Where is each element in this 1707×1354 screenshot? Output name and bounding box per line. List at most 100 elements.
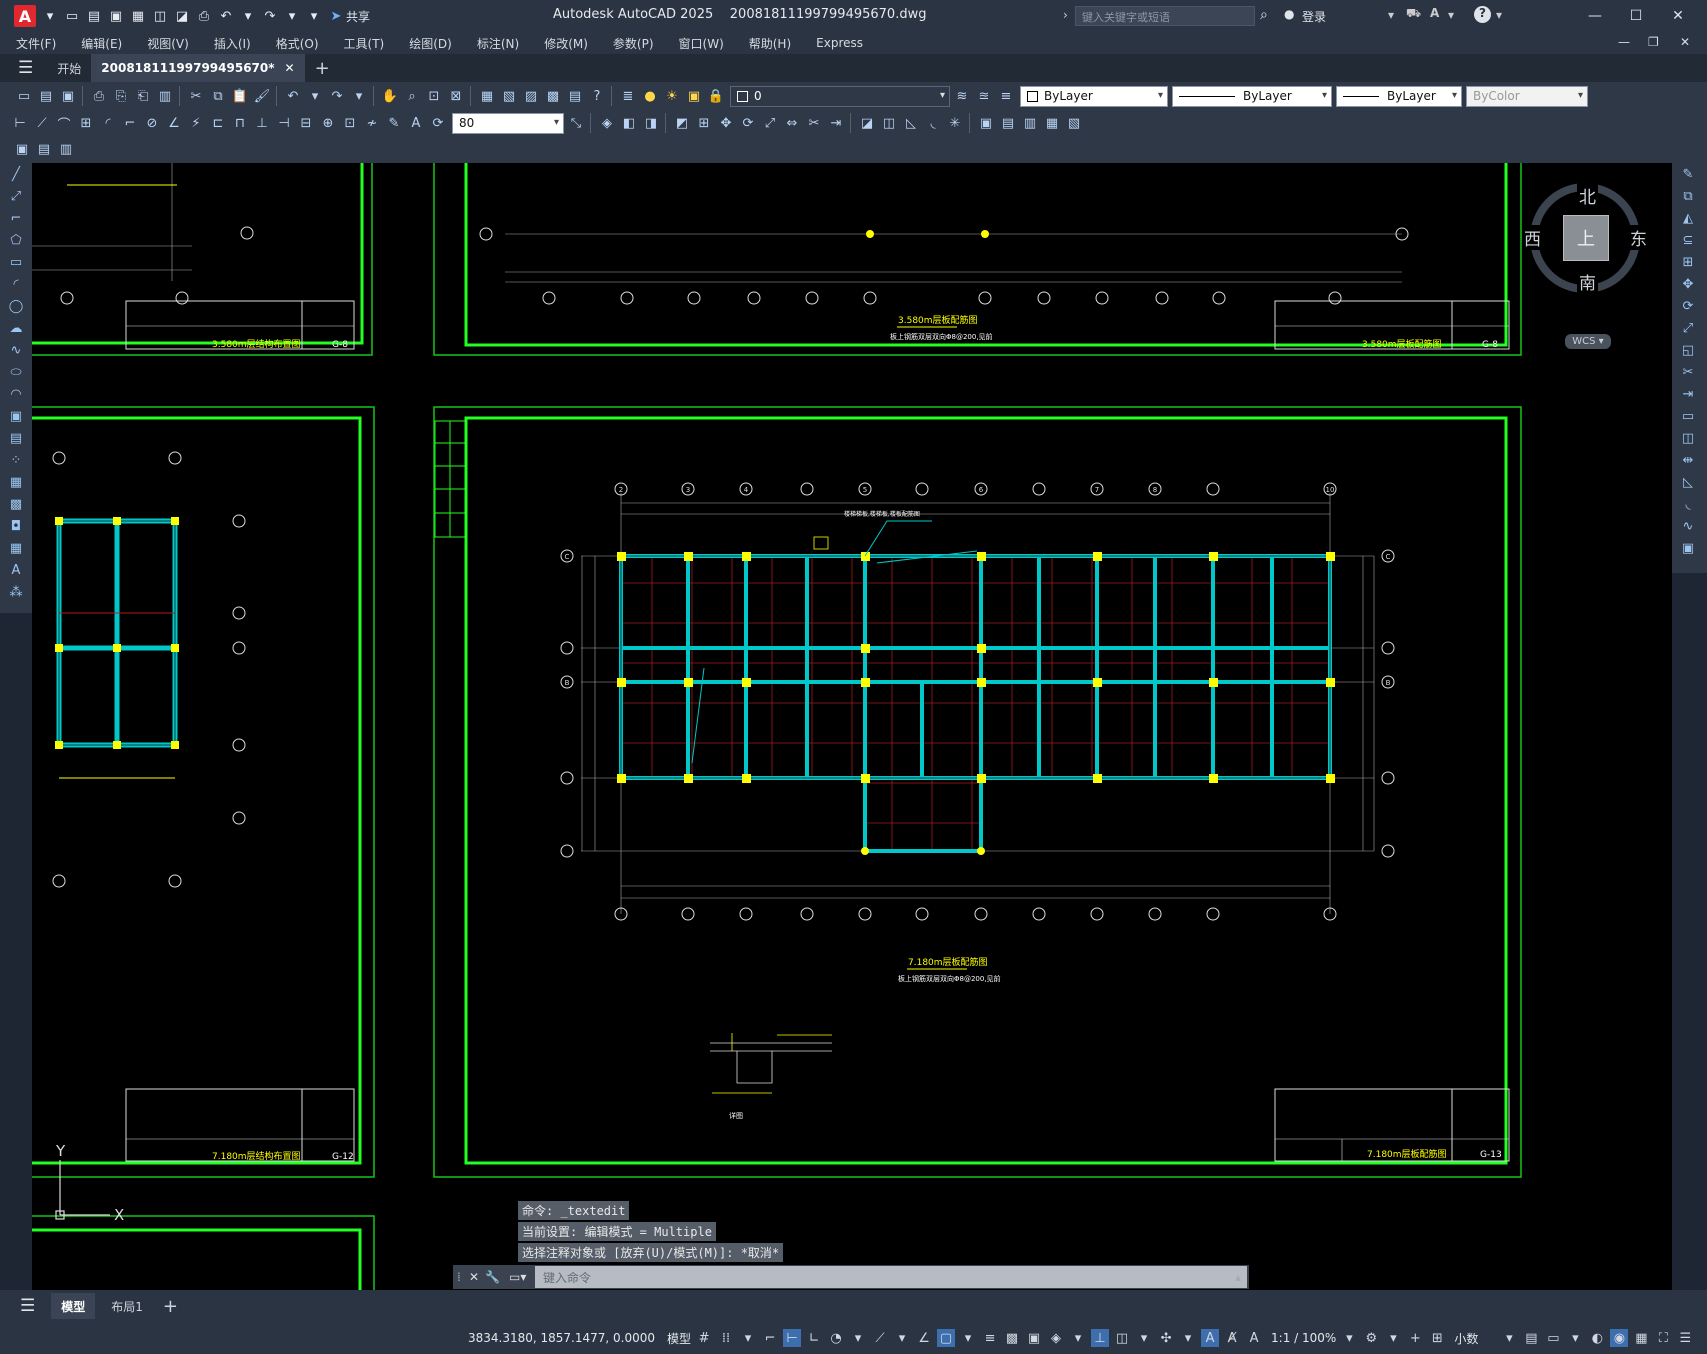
revcloud-icon[interactable]: ☁ [3, 318, 29, 339]
infer-constraints-icon[interactable]: ⌐ [761, 1329, 779, 1347]
erase-r-icon[interactable]: ✎ [1675, 164, 1701, 185]
undo-tb-icon[interactable]: ↶ [283, 86, 303, 106]
lock-ui-icon[interactable]: ▭ [1544, 1329, 1562, 1347]
menu-tools[interactable]: 工具(T) [344, 35, 385, 52]
transparency-icon[interactable]: ▩ [1003, 1329, 1021, 1347]
menu-format[interactable]: 格式(O) [276, 35, 319, 52]
menu-view[interactable]: 视图(V) [147, 35, 189, 52]
arc-icon[interactable]: ◜ [3, 274, 29, 295]
fillet-icon[interactable]: ◟ [923, 113, 943, 133]
hardware-accel-icon[interactable]: ◉ [1610, 1329, 1629, 1347]
spline-icon[interactable]: ∿ [3, 340, 29, 361]
login-dropdown-icon[interactable]: ▾ [1388, 8, 1394, 22]
dim-radius-icon[interactable]: ◜ [98, 113, 118, 133]
markup-icon[interactable]: ▥ [56, 140, 76, 160]
center-mark-icon[interactable]: ⊕ [318, 113, 338, 133]
lock-icon[interactable]: 🔒 [706, 86, 726, 106]
menu-help[interactable]: 帮助(H) [749, 35, 791, 52]
move-r-icon[interactable]: ✥ [1675, 274, 1701, 295]
ellipse-icon[interactable]: ⬭ [3, 362, 29, 383]
mirror-icon[interactable]: ◨ [641, 113, 661, 133]
dim-continue-icon[interactable]: ⊓ [230, 113, 250, 133]
scale-dropdown-icon[interactable]: ▾ [1340, 1329, 1358, 1347]
viewcube-top-face[interactable]: 上 [1563, 215, 1609, 261]
make-block-icon[interactable]: ▤ [998, 113, 1018, 133]
scale-r-icon[interactable]: ⤢ [1675, 318, 1701, 339]
3d-osnap-dropdown-icon[interactable]: ▾ [1069, 1329, 1087, 1347]
trim-r-icon[interactable]: ✂ [1675, 362, 1701, 383]
undo-icon[interactable]: ↶ [218, 8, 234, 24]
wcs-menu[interactable]: WCS ▾ [1565, 334, 1611, 349]
undo-dropdown-icon[interactable]: ▾ [240, 8, 256, 24]
dim-edit-icon[interactable]: ✎ [384, 113, 404, 133]
match-properties-icon[interactable]: 🖌 [252, 86, 272, 106]
make-current-layer-icon[interactable]: ≋ [952, 86, 972, 106]
redo-tb-icon[interactable]: ↷ [327, 86, 347, 106]
menu-draw[interactable]: 绘图(D) [409, 35, 452, 52]
properties-icon[interactable]: ▦ [477, 86, 497, 106]
quick-properties-icon[interactable]: ▤ [1522, 1329, 1540, 1347]
help-icon[interactable]: ? [1474, 6, 1491, 23]
viewcube-east[interactable]: 东 [1628, 225, 1649, 250]
dim-baseline-icon[interactable]: ⊏ [208, 113, 228, 133]
ellipse-arc-icon[interactable]: ◠ [3, 384, 29, 405]
autodesk-dropdown-icon[interactable]: ▾ [1448, 8, 1454, 22]
tolerance-icon[interactable]: ⊟ [296, 113, 316, 133]
stretch-icon[interactable]: ⇔ [782, 113, 802, 133]
table-icon[interactable]: ▦ [3, 538, 29, 559]
isolate-objects-icon[interactable]: ◐ [1588, 1329, 1606, 1347]
menu-parametric[interactable]: 参数(P) [613, 35, 654, 52]
point-icon[interactable]: ⁘ [3, 450, 29, 471]
save-as-icon[interactable]: ▦ [130, 8, 146, 24]
hyperlink-icon[interactable]: ▤ [34, 140, 54, 160]
viewcube-south[interactable]: 南 [1577, 269, 1598, 294]
plot-icon[interactable]: ⎙ [196, 8, 212, 24]
maximize-icon[interactable]: ☐ [1626, 6, 1646, 26]
command-grip-icon[interactable]: ⁞ [457, 1270, 469, 1284]
offset-r-icon[interactable]: ⊆ [1675, 230, 1701, 251]
insert-block-icon[interactable]: ▣ [976, 113, 996, 133]
add-layout-button[interactable]: + [153, 1292, 188, 1320]
jogged-linear-icon[interactable]: ≁ [362, 113, 382, 133]
autocad-logo-icon[interactable]: A [14, 5, 36, 27]
command-close-icon[interactable]: ✕ [469, 1270, 485, 1284]
dim-arc-icon[interactable]: ⌒ [54, 113, 74, 133]
new-file-icon[interactable]: ▭ [64, 8, 80, 24]
zoom-previous-icon[interactable]: ⊠ [446, 86, 466, 106]
coordinates-readout[interactable]: 3834.3180, 1857.1477, 0.0000 [468, 1331, 655, 1345]
plot-preview-icon[interactable]: ⎘ [111, 86, 131, 106]
redo-dropdown-icon[interactable]: ▾ [284, 8, 300, 24]
rotate-r-icon[interactable]: ⟳ [1675, 296, 1701, 317]
dim-space-icon[interactable]: ⊥ [252, 113, 272, 133]
dim-ordinate-icon[interactable]: ⊞ [76, 113, 96, 133]
rotate-icon[interactable]: ⟳ [738, 113, 758, 133]
lineweight-icon[interactable]: ≡ [981, 1329, 999, 1347]
tool-palettes-icon[interactable]: ▨ [521, 86, 541, 106]
menu-insert[interactable]: 插入(I) [214, 35, 251, 52]
rectangle-icon[interactable]: ▭ [3, 252, 29, 273]
search-input[interactable]: 键入关键字或短语 [1075, 6, 1255, 26]
drawing-canvas[interactable]: 3.580m层结构布置图 G-8 3.580m层板配筋图 板上钢筋双层双向Φ8@… [32, 163, 1672, 1290]
polar-icon[interactable]: ◔ [827, 1329, 845, 1347]
command-history-arrow-icon[interactable]: ▴ [1235, 1270, 1241, 1284]
lock-ui-dropdown-icon[interactable]: ▾ [1566, 1329, 1584, 1347]
freeze-vp-icon[interactable]: ▣ [684, 86, 704, 106]
plot-tb-icon[interactable]: ⎙ [89, 86, 109, 106]
trim-icon[interactable]: ✂ [804, 113, 824, 133]
workspace-icon[interactable]: ⚙ [1362, 1329, 1380, 1347]
save-tb-icon[interactable]: ▣ [58, 86, 78, 106]
model-space-toggle[interactable]: 模型 [667, 1330, 691, 1347]
copy-r-icon[interactable]: ⧉ [1675, 186, 1701, 207]
linetype-select[interactable]: ByLayer ▾ [1172, 85, 1332, 107]
close-icon[interactable]: ✕ [1668, 6, 1688, 26]
fillet-r-icon[interactable]: ◟ [1675, 494, 1701, 515]
dim-update-icon[interactable]: ⟳ [428, 113, 448, 133]
chamfer-icon[interactable]: ◺ [901, 113, 921, 133]
sheet-set-icon[interactable]: ▩ [543, 86, 563, 106]
gradient-icon[interactable]: ▩ [3, 494, 29, 515]
redo-tb-dropdown-icon[interactable]: ▾ [349, 86, 369, 106]
autodesk-app-icon[interactable]: A [1430, 6, 1439, 20]
viewcube[interactable]: 北 南 西 东 上 [1522, 183, 1649, 294]
qnew-icon[interactable]: ▭ [14, 86, 34, 106]
mtext-icon[interactable]: A [3, 560, 29, 581]
